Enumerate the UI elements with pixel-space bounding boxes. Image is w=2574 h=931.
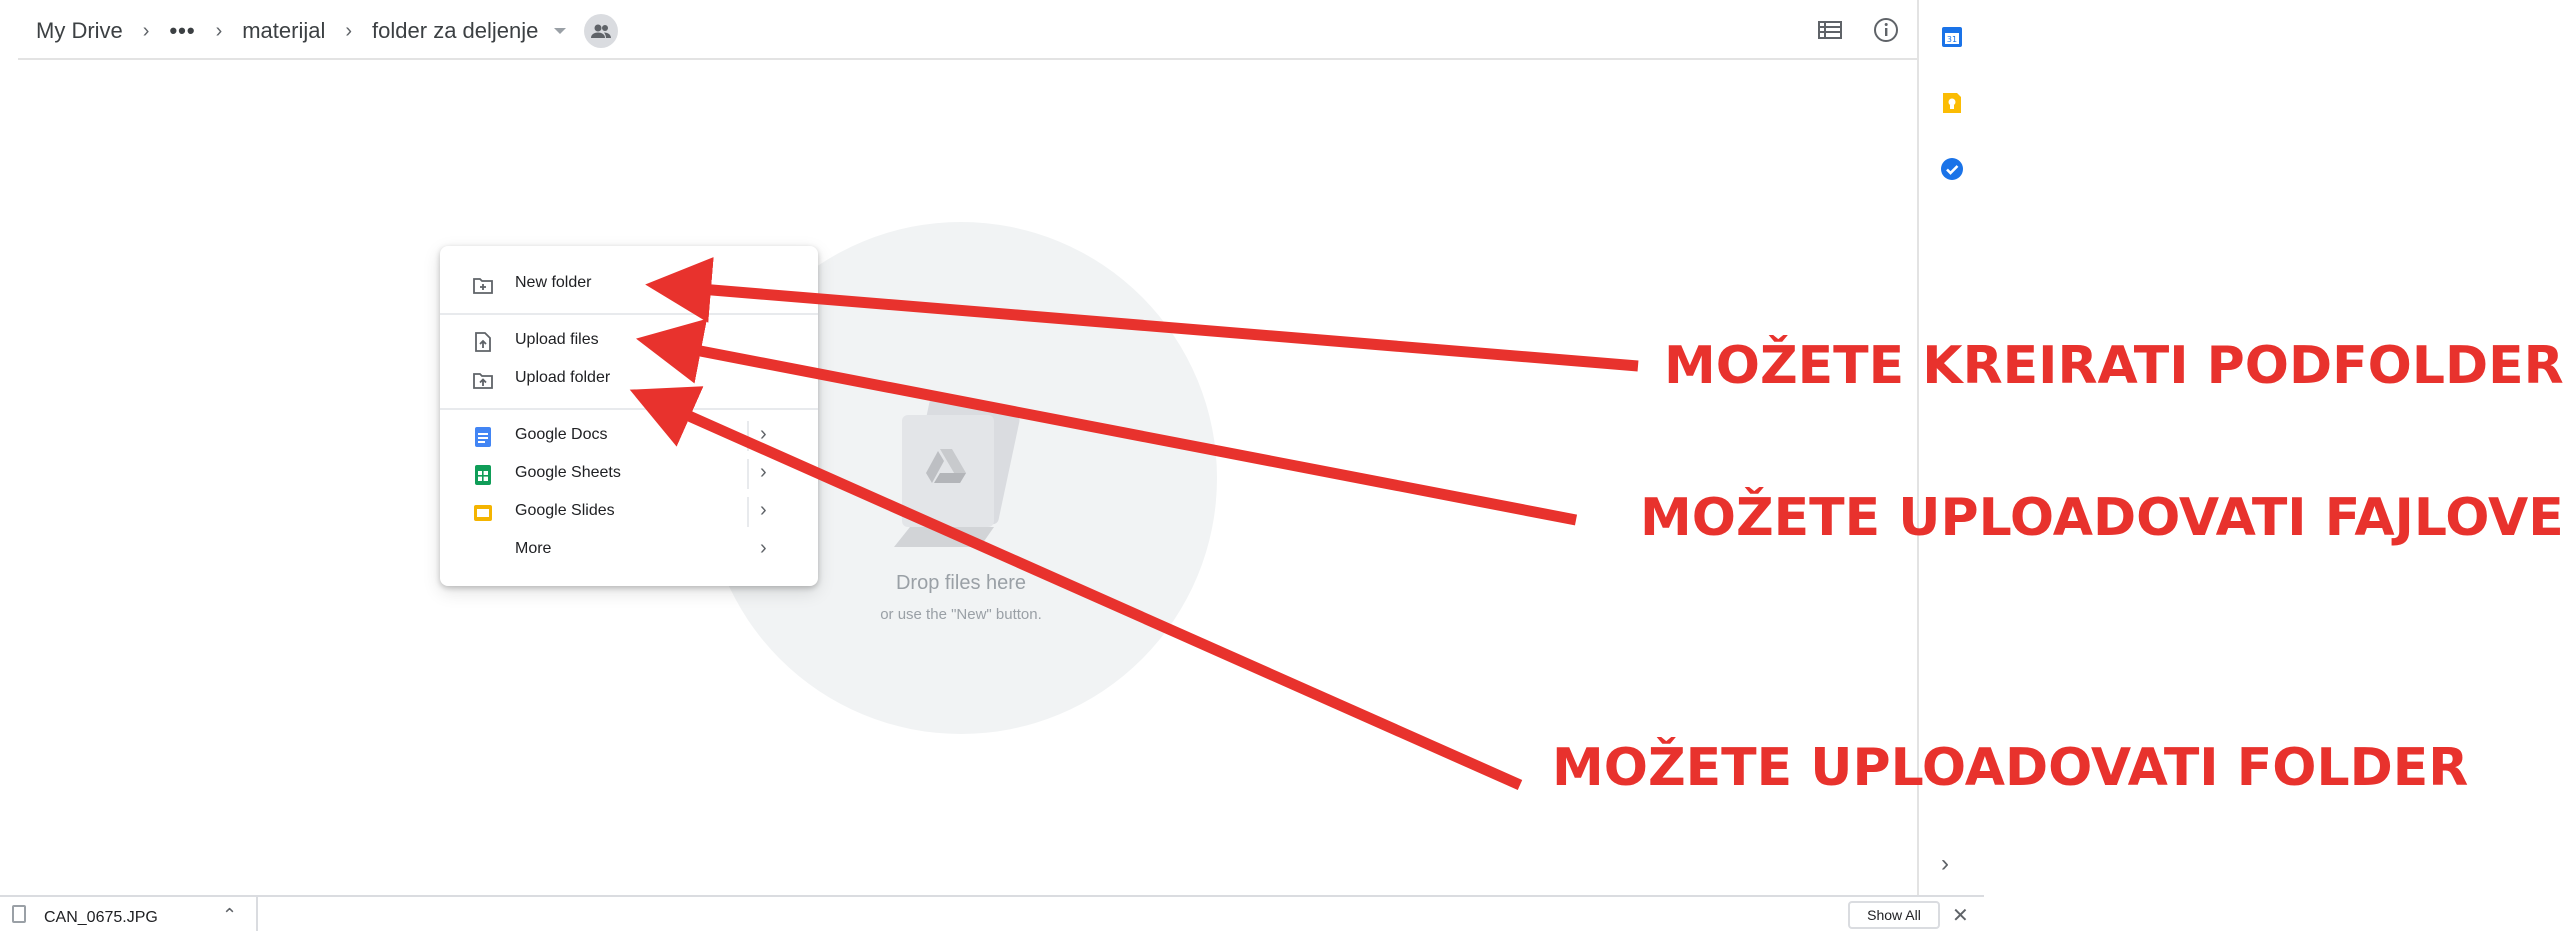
file-icon	[12, 905, 26, 923]
chevron-right-icon: ›	[215, 19, 223, 42]
chevron-right-icon: ›	[760, 423, 767, 445]
upload-folder-icon	[472, 369, 494, 391]
upload-file-icon	[472, 331, 494, 353]
tasks-icon[interactable]	[1939, 156, 1965, 182]
menu-item-label: Google Docs	[515, 426, 608, 443]
folder-dropdown-icon[interactable]	[554, 28, 567, 34]
submenu-divider	[747, 459, 749, 489]
menu-item-new-folder[interactable]: New folder	[440, 266, 818, 302]
breadcrumb: My Drive › ••• › materijal › folder za d…	[32, 12, 619, 50]
drop-files-subtitle: or use the "New" button.	[880, 606, 1042, 623]
menu-item-label: Google Sheets	[515, 464, 621, 481]
breadcrumb-my-drive[interactable]: My Drive	[32, 18, 127, 44]
submenu-divider	[747, 497, 749, 527]
menu-item-google-slides[interactable]: Google Slides ›	[440, 494, 818, 530]
keep-icon[interactable]	[1939, 90, 1965, 116]
chevron-right-icon: ›	[760, 499, 767, 521]
breadcrumb-more-button[interactable]: •••	[165, 18, 199, 44]
drive-illustration-icon	[880, 385, 1030, 555]
google-docs-icon	[472, 426, 494, 448]
menu-divider	[440, 408, 818, 410]
menu-divider	[440, 313, 818, 315]
chevron-right-icon: ›	[142, 19, 150, 42]
list-view-icon[interactable]	[1814, 14, 1846, 46]
menu-item-label: New folder	[515, 274, 592, 291]
top-header: My Drive › ••• › materijal › folder za d…	[18, 0, 1918, 60]
breadcrumb-current-folder[interactable]: folder za deljenje	[368, 18, 542, 44]
google-sheets-icon	[472, 464, 494, 486]
menu-item-upload-files[interactable]: Upload files	[440, 323, 818, 359]
google-slides-icon	[472, 502, 494, 524]
shared-people-icon[interactable]	[584, 14, 619, 48]
breadcrumb-materijal[interactable]: materijal	[238, 18, 329, 44]
chevron-right-icon[interactable]: ›	[1941, 850, 1949, 878]
download-file-name[interactable]: CAN_0675.JPG	[44, 909, 158, 927]
submenu-divider	[747, 421, 749, 451]
annotation-upload-files: MOŽETE UPLOADOVATI FAJLOVE	[1640, 488, 2564, 548]
new-item-menu: New folder Upload files Upload folder Go…	[440, 246, 818, 586]
chevron-right-icon: ›	[345, 19, 353, 42]
menu-item-google-sheets[interactable]: Google Sheets ›	[440, 456, 818, 492]
menu-item-google-docs[interactable]: Google Docs ›	[440, 418, 818, 454]
download-bar: CAN_0675.JPG ⌃ Show All ✕	[0, 895, 1984, 931]
info-icon[interactable]	[1870, 14, 1902, 46]
drop-files-title: Drop files here	[895, 572, 1027, 594]
menu-item-label: Upload folder	[515, 369, 611, 386]
download-divider	[256, 897, 258, 931]
annotation-subfolder: MOŽETE KREIRATI PODFOLDER	[1664, 336, 2564, 396]
menu-item-label: Upload files	[515, 331, 599, 348]
chevron-right-icon: ›	[760, 461, 767, 483]
calendar-icon[interactable]: 31	[1939, 24, 1965, 50]
menu-item-label: Google Slides	[515, 502, 615, 519]
svg-text:31: 31	[1947, 35, 1957, 44]
new-folder-icon	[472, 274, 494, 296]
chevron-up-icon[interactable]: ⌃	[222, 905, 237, 926]
annotation-upload-folder: MOŽETE UPLOADOVATI FOLDER	[1552, 738, 2469, 798]
menu-item-more[interactable]: More ›	[440, 532, 818, 568]
close-icon[interactable]: ✕	[1952, 903, 1969, 928]
menu-item-upload-folder[interactable]: Upload folder	[440, 361, 818, 397]
chevron-right-icon: ›	[760, 537, 767, 559]
show-all-button[interactable]: Show All	[1848, 901, 1940, 929]
menu-item-label: More	[515, 540, 552, 557]
